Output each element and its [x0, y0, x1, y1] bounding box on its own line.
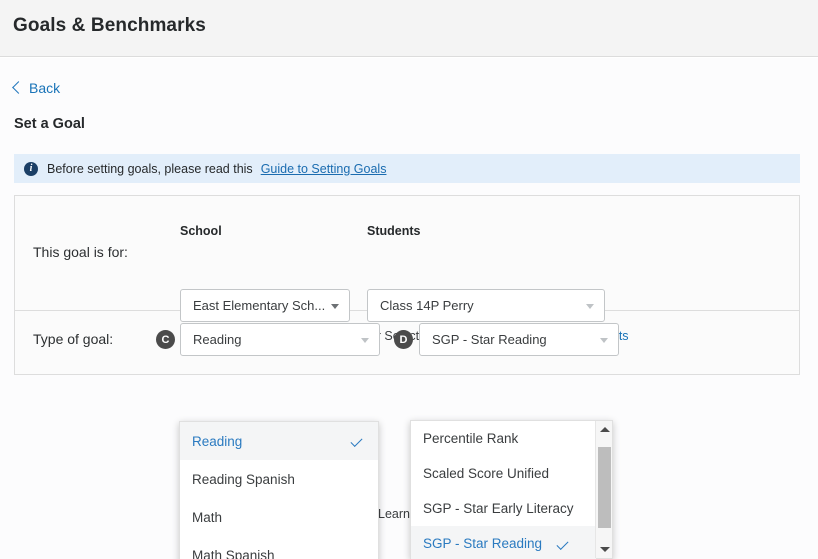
dropdown-option-sgp-star-early-literacy[interactable]: SGP - Star Early Literacy [411, 491, 596, 526]
goals-benchmarks-page: Goals & Benchmarks Back Set a Goal i Bef… [0, 0, 818, 559]
check-icon [350, 435, 362, 447]
info-banner-text: Before setting goals, please read this [47, 162, 253, 176]
students-field-label: Students [367, 224, 420, 238]
dropdown-option-label: Math Spanish [192, 548, 275, 559]
goal-for-row: This goal is for: School East Elementary… [15, 196, 799, 311]
step-badge-c: C [156, 330, 175, 349]
guide-to-setting-goals-link[interactable]: Guide to Setting Goals [261, 162, 387, 176]
dropdown-option-reading-spanish[interactable]: Reading Spanish [180, 460, 378, 498]
school-field-label: School [180, 224, 222, 238]
dropdown-option-math[interactable]: Math [180, 498, 378, 536]
goal-measure-select-value: SGP - Star Reading [420, 332, 547, 347]
dropdown-option-label: SGP - Star Reading [423, 536, 542, 551]
dropdown-option-label: Percentile Rank [423, 431, 518, 446]
back-link[interactable]: Back [14, 80, 60, 96]
goal-subject-select-value: Reading [181, 332, 241, 347]
section-title: Set a Goal [14, 116, 85, 132]
goal-measure-select[interactable]: SGP - Star Reading [419, 323, 619, 356]
dropdown-option-sgp-star-reading[interactable]: SGP - Star Reading [411, 526, 596, 559]
goal-measure-dropdown-menu[interactable]: Percentile Rank Scaled Score Unified SGP… [410, 420, 613, 559]
dropdown-option-label: SGP - Star Early Literacy [423, 501, 574, 516]
page-title: Goals & Benchmarks [13, 15, 206, 37]
app-header: Goals & Benchmarks [0, 0, 818, 57]
caret-down-icon [331, 304, 339, 309]
set-goal-form-panel: This goal is for: School East Elementary… [14, 195, 800, 375]
goal-subject-select[interactable]: Reading [180, 323, 380, 356]
goal-measure-dropdown-list: Percentile Rank Scaled Score Unified SGP… [411, 421, 596, 559]
dropdown-option-label: Reading Spanish [192, 472, 295, 487]
dropdown-option-reading[interactable]: Reading [180, 422, 378, 460]
dropdown-scrollbar[interactable] [595, 421, 612, 558]
scrollbar-thumb[interactable] [598, 447, 611, 528]
scroll-down-arrow-icon[interactable] [596, 541, 613, 558]
scroll-up-arrow-icon[interactable] [596, 421, 613, 438]
page-body: Back Set a Goal i Before setting goals, … [0, 58, 818, 559]
caret-down-icon [586, 304, 594, 309]
back-link-label: Back [29, 80, 60, 96]
dropdown-option-math-spanish[interactable]: Math Spanish [180, 536, 378, 559]
step-badge-d: D [394, 330, 413, 349]
check-icon [556, 537, 568, 549]
dropdown-option-label: Reading [192, 434, 242, 449]
caret-down-icon [600, 338, 608, 343]
caret-down-icon [361, 338, 369, 343]
dropdown-option-label: Math [192, 510, 222, 525]
info-banner: i Before setting goals, please read this… [14, 154, 800, 183]
goal-for-label: This goal is for: [33, 244, 128, 260]
dropdown-option-label: Scaled Score Unified [423, 466, 549, 481]
dropdown-option-percentile-rank[interactable]: Percentile Rank [411, 421, 596, 456]
chevron-left-icon [12, 81, 25, 94]
type-of-goal-label: Type of goal: [33, 331, 113, 347]
info-circle-icon: i [24, 162, 38, 176]
goal-subject-dropdown-menu[interactable]: Reading Reading Spanish Math Math Spanis… [179, 421, 379, 559]
learn-more-partial-text: Learn [378, 507, 410, 521]
goal-type-row: Type of goal: C Reading D SGP - Star Rea… [15, 311, 799, 374]
dropdown-option-scaled-score-unified[interactable]: Scaled Score Unified [411, 456, 596, 491]
